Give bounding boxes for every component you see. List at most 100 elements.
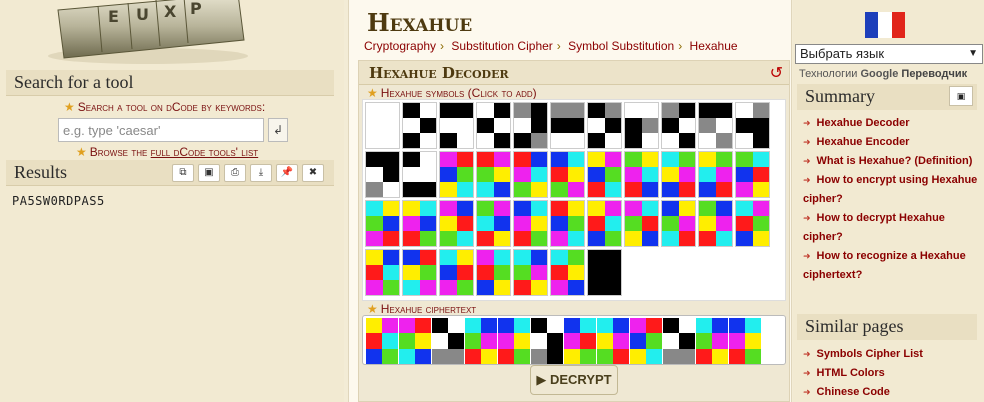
- pin-button[interactable]: 📌: [276, 164, 298, 182]
- hexahue-symbol-button[interactable]: [550, 249, 585, 296]
- glyph-cell: [752, 201, 769, 216]
- hexahue-symbol-button[interactable]: [513, 249, 548, 296]
- hexahue-symbol-button[interactable]: [698, 151, 733, 198]
- hexahue-symbol-button[interactable]: [513, 102, 548, 149]
- save-button[interactable]: ▣: [198, 164, 220, 182]
- collapse-summary-button[interactable]: ▣: [949, 86, 973, 106]
- breadcrumb-substitution-cipher[interactable]: Substitution Cipher: [451, 39, 552, 53]
- language-select[interactable]: Выбрать язык ▼: [795, 44, 983, 64]
- glyph-cell: [712, 333, 728, 349]
- hexahue-symbol-button[interactable]: [587, 151, 622, 198]
- glyph-cell: [663, 348, 679, 364]
- hexahue-symbol-button[interactable]: [550, 200, 585, 247]
- glyph-cell: [729, 318, 745, 334]
- hexahue-symbol-button[interactable]: [365, 102, 400, 149]
- glyph-cell: [588, 216, 605, 231]
- hexahue-symbol-button[interactable]: [661, 151, 696, 198]
- summary-item-link[interactable]: ➜ Hexahue Decoder: [803, 114, 979, 133]
- hexahue-symbol-button[interactable]: [402, 102, 437, 149]
- print-button[interactable]: ⎙: [224, 164, 246, 182]
- page-title: Hexahue: [367, 8, 473, 37]
- summary-item-link[interactable]: ➜ Hexahue Encoder: [803, 133, 979, 152]
- glyph-cell: [493, 118, 510, 133]
- similar-page-label: Chinese Code: [816, 386, 890, 398]
- hexahue-symbol-button[interactable]: [735, 200, 770, 247]
- hexahue-symbol-button[interactable]: [550, 151, 585, 198]
- glyph-cell: [366, 133, 383, 148]
- ciphertext-input[interactable]: [362, 315, 786, 365]
- hexahue-symbol-button[interactable]: [439, 249, 474, 296]
- glyph-cell: [679, 318, 695, 334]
- full-tools-list-link[interactable]: full dCode tools' list: [151, 145, 259, 159]
- hexahue-symbol-button[interactable]: [476, 249, 511, 296]
- hexahue-symbol-button[interactable]: [624, 102, 659, 149]
- glyph-cell: [514, 250, 531, 265]
- hexahue-symbol-button[interactable]: [402, 200, 437, 247]
- similar-page-link[interactable]: ➜ HTML Colors: [803, 364, 979, 383]
- hexahue-symbol-button[interactable]: [698, 200, 733, 247]
- glyph-cell: [712, 348, 728, 364]
- hexahue-symbol-button[interactable]: [661, 200, 696, 247]
- summary-item-link[interactable]: ➜ How to recognize a Hexahue ciphertext?: [803, 247, 979, 285]
- breadcrumb-cryptography[interactable]: Cryptography: [364, 39, 436, 53]
- hexahue-symbol-button[interactable]: [476, 151, 511, 198]
- hexahue-symbol-button[interactable]: [661, 102, 696, 149]
- hexahue-symbol-button[interactable]: [735, 102, 770, 149]
- glyph-cell: [493, 103, 510, 118]
- glyph-cell: [403, 201, 420, 216]
- summary-item-link[interactable]: ➜ How to decrypt Hexahue cipher?: [803, 209, 979, 247]
- glyph-cell: [477, 250, 494, 265]
- glyph-cell: [493, 201, 510, 216]
- decoder-title: Hexahue Decoder: [369, 64, 509, 82]
- summary-item-link[interactable]: ➜ How to encrypt using Hexahue cipher?: [803, 171, 979, 209]
- hexahue-symbol-button[interactable]: [402, 151, 437, 198]
- hexahue-symbol-button[interactable]: [402, 249, 437, 296]
- ciphertext-symbol: [366, 318, 398, 364]
- hexahue-symbol-button[interactable]: [587, 249, 622, 296]
- glyph-cell: [604, 201, 621, 216]
- french-flag-icon[interactable]: [865, 12, 905, 38]
- hexahue-symbol-button[interactable]: [365, 200, 400, 247]
- breadcrumb-symbol-substitution[interactable]: Symbol Substitution: [568, 39, 674, 53]
- results-output: PA5SW0RDPAS5: [12, 194, 105, 208]
- hexahue-symbol-button[interactable]: [624, 151, 659, 198]
- glyph-cell: [547, 348, 563, 364]
- hexahue-symbol-button[interactable]: [513, 151, 548, 198]
- hexahue-symbol-button[interactable]: [365, 151, 400, 198]
- hexahue-symbol-button[interactable]: [476, 200, 511, 247]
- hexahue-symbol-button[interactable]: [550, 102, 585, 149]
- search-submit-button[interactable]: ↲: [268, 118, 288, 142]
- download-button[interactable]: ⤓: [250, 164, 272, 182]
- glyph-cell: [432, 348, 448, 364]
- hexahue-symbol-button[interactable]: [513, 200, 548, 247]
- tool-search-input[interactable]: [58, 118, 264, 142]
- hexahue-symbol-button[interactable]: [439, 200, 474, 247]
- similar-page-link[interactable]: ➜ Chinese Code: [803, 383, 979, 402]
- refresh-icon[interactable]: ↺: [770, 63, 783, 83]
- hexahue-symbol-button[interactable]: [587, 102, 622, 149]
- glyph-cell: [604, 182, 621, 197]
- hexahue-symbol-button[interactable]: [365, 249, 400, 296]
- glyph-cell: [604, 265, 621, 280]
- glyph-cell: [678, 201, 695, 216]
- glyph-cell: [646, 318, 662, 334]
- breadcrumb-hexahue[interactable]: Hexahue: [690, 39, 738, 53]
- hexahue-symbol-button[interactable]: [624, 200, 659, 247]
- close-results-button[interactable]: ✖: [302, 164, 324, 182]
- hexahue-symbol-button[interactable]: [587, 200, 622, 247]
- summary-item-link[interactable]: ➜ What is Hexahue? (Definition): [803, 152, 979, 171]
- glyph-cell: [696, 318, 712, 334]
- similar-page-link[interactable]: ➜ Symbols Cipher List: [803, 345, 979, 364]
- hexahue-symbol-button[interactable]: [439, 102, 474, 149]
- hexahue-symbol-button[interactable]: [476, 102, 511, 149]
- right-sidebar: Выбрать язык ▼ Технологии Google Переводч…: [793, 0, 984, 402]
- hexahue-symbol-button[interactable]: [439, 151, 474, 198]
- glyph-cell: [551, 152, 568, 167]
- ciphertext-symbol: [663, 318, 695, 364]
- hexahue-symbol-button[interactable]: [735, 151, 770, 198]
- hexahue-symbol-button[interactable]: [698, 102, 733, 149]
- google-logo[interactable]: Google: [860, 68, 898, 80]
- glyph-cell: [481, 318, 497, 334]
- decrypt-button[interactable]: ▶ DECRYPT: [530, 365, 618, 395]
- copy-button[interactable]: ⧉: [172, 164, 194, 182]
